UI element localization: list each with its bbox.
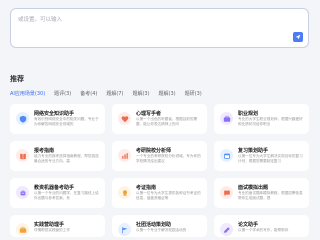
card-description: 能力专业的报考选择指南教程，帮您挑选最合适的专业方向，高 [34,154,99,163]
tab-3[interactable]: 题解(7) [106,90,123,98]
robot-icon [16,186,29,199]
card-description: 详情帮您实践营的工作 [34,228,70,232]
briefcase-icon [16,223,29,236]
tab-5[interactable]: 题解(3) [159,90,176,98]
section-title: 推荐 [10,75,24,83]
assistant-card[interactable]: 论文助手 以第一个学术的写作，能帮助你 [214,215,309,237]
chat-icon [220,186,233,199]
assistant-card[interactable]: 社团活动策划助 以第一个专业于解决校园活动的 [112,215,207,237]
card-title: 网络安全知识助手 [34,111,75,117]
assistant-card[interactable]: 实践营助理手 详情帮您实践营的工作 [10,215,105,237]
card-title: 心理写手者 [136,111,162,117]
prompt-input-box[interactable]: 或设置。可以输入 [10,8,309,48]
tab-6[interactable]: 题研(3) [185,90,202,98]
assistant-card[interactable]: 教资机器备考助手 以第一个专业的问题学，在复习路线上给你出题与参考答案，系 [10,178,105,208]
card-title: 考证指南 [136,185,157,191]
card-description: 专业的大学生职业规划师，根据兴趣爱好和业绩状况给你职业 [238,117,303,126]
card-title: 教资机器备考助手 [34,185,75,191]
book-icon [16,149,29,162]
card-title: 实践营助理手 [34,222,65,228]
card-description: 有效识别网络安全中的相关问题，专业于为你解答网络安全领域的 [34,117,99,126]
card-description: 以第一个学术的写作，能帮助你 [238,228,289,232]
pen-icon [220,223,233,236]
certificate-icon [118,186,131,199]
card-description: 以第一个出色的听题者，根据目前的需要，能让你表达精神上的问 [136,117,198,126]
flag-icon [118,223,131,236]
heart-icon [118,112,131,125]
briefcase-icon [220,112,233,125]
card-title: 面试模拟出题 [238,185,269,191]
card-description: 以第一位专为大学生提供各种证书考证的信息，涵盖资格证等 [136,191,201,200]
chart-icon [118,149,131,162]
card-title: 论文助手 [238,222,259,228]
card-title: 复习策划助手 [238,148,269,154]
assistant-card[interactable]: 心理写手者 以第一个出色的听题者，根据目前的需要，能让你表达精神上的问 [112,104,207,134]
assistant-card[interactable]: 考研院校分析师 一个专业的考研院校分析领域，专为你的学校情况给出建议 [112,141,207,171]
assistant-card[interactable]: 复习策划助手 以第一位专为大学生解决实现目标的复习计划，根据您需要制定复习 [214,141,309,171]
assistant-card[interactable]: 考证指南 以第一位专为大学生提供各种证书考证的信息，涵盖资格证等 [112,178,207,208]
card-description: 以第一个专业于解决校园活动的 [136,228,187,232]
send-button[interactable] [293,32,303,42]
tab-2[interactable]: 备考(4) [80,90,97,98]
card-title: 报考指南 [34,148,55,154]
card-description: 一个专业的考研院校分析领域，专为你的学校情况给出建议 [136,154,201,163]
shield-icon [16,112,29,125]
assistant-card-grid: 网络安全知识助手 有效识别网络安全中的相关问题，专业于为你解答网络安全领域的 心理写… [10,104,310,237]
category-tabs: AI应用场景(30) 题评(3) 备考(4) 题解(7) 题解(3) 题解(3)… [10,90,211,98]
card-title: 社团活动策划助 [136,222,172,228]
prompt-placeholder: 或设置。可以输入 [18,17,63,23]
card-title: 职业规划 [238,111,259,117]
assistant-card[interactable]: 报考指南 能力专业的报考选择指南教程，帮您挑选最合适的专业方向，高 [10,141,105,171]
card-description: 以第一位专为大学生解决实现目标的复习计划，根据您需要制定复习 [238,154,303,163]
calendar-icon [220,149,233,162]
tab-4[interactable]: 题解(3) [132,90,149,98]
tab-ai-scenarios[interactable]: AI应用场景(30) [10,90,45,98]
assistant-card[interactable]: 职业规划 专业的大学生职业规划师，根据兴趣爱好和业绩状况给你职业 [214,104,309,134]
card-description: 专业的面试题库模拟教程，根据招聘信息帮你生成面试题，提 [238,191,303,200]
card-description: 以第一个专业的问题学，在复习路线上给你出题与参考答案，系 [34,191,99,200]
card-title: 考研院校分析师 [136,148,172,154]
send-icon [295,34,301,40]
tab-1[interactable]: 题评(3) [54,90,71,98]
assistant-card[interactable]: 网络安全知识助手 有效识别网络安全中的相关问题，专业于为你解答网络安全领域的 [10,104,105,134]
assistant-card[interactable]: 面试模拟出题 专业的面试题库模拟教程，根据招聘信息帮你生成面试题，提 [214,178,309,208]
